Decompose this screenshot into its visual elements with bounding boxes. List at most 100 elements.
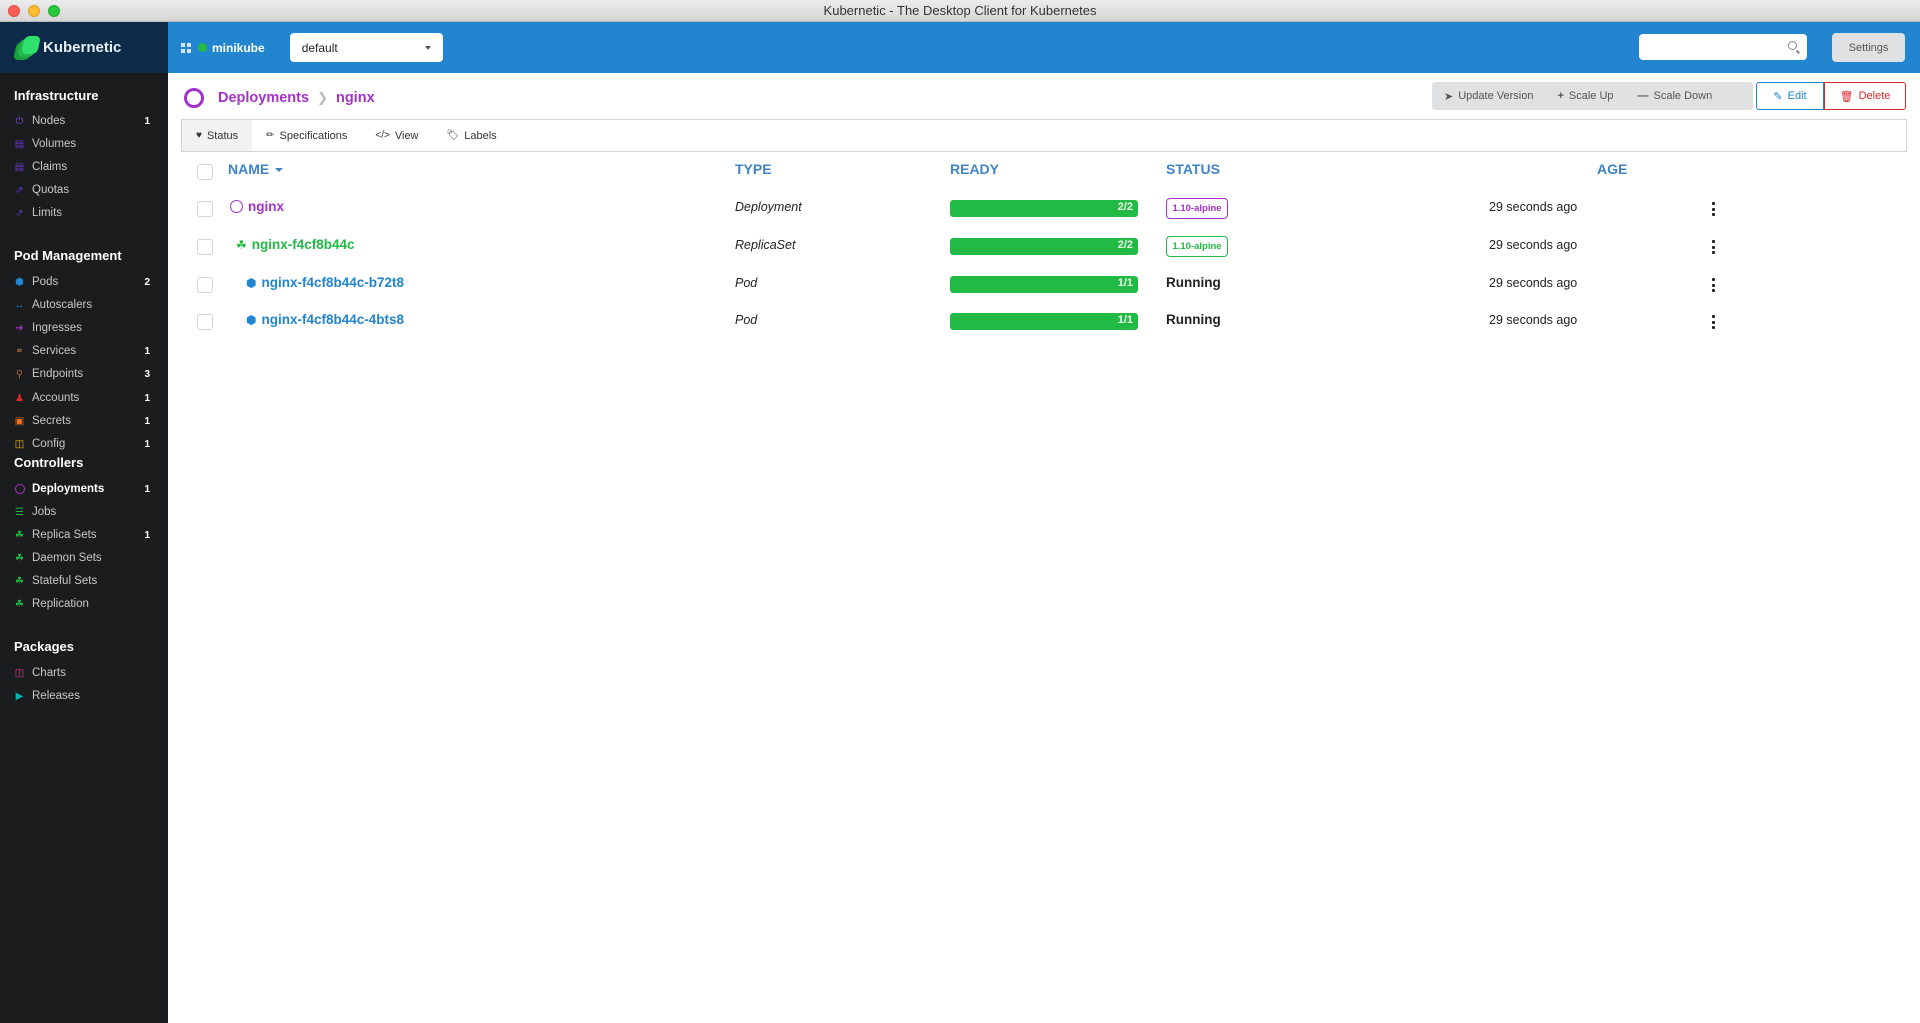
- ready-progress-bar: 2/2: [950, 200, 1138, 217]
- sidebar-item-deployments[interactable]: Deployments 1: [14, 479, 150, 499]
- sidebar-item-quotas[interactable]: ⇗ Quotas: [14, 180, 150, 200]
- sidebar-item-label: Volumes: [32, 138, 77, 150]
- sidebar-item-jobs[interactable]: ☰ Jobs: [14, 502, 150, 522]
- status-text: Running: [1166, 275, 1221, 290]
- sidebar-item-volumes[interactable]: ▤ Volumes: [14, 134, 150, 154]
- sidebar-item-label: Autoscalers: [32, 299, 93, 311]
- search-input[interactable]: [1639, 34, 1807, 60]
- play-square-icon: ▶: [15, 690, 24, 702]
- database-icon: ▤: [14, 138, 25, 150]
- sidebar-item-stateful-sets[interactable]: ☘ Stateful Sets: [14, 571, 150, 591]
- row-name-link[interactable]: ⬢ nginx-f4cf8b44c-b72t8: [246, 275, 404, 290]
- sidebar-item-label: Replication: [32, 598, 89, 610]
- grid-icon[interactable]: [181, 42, 191, 53]
- sidebar-item-count: 1: [144, 415, 150, 427]
- sidebar-item-charts[interactable]: ◫ Charts: [14, 663, 150, 683]
- row-checkbox[interactable]: [197, 277, 213, 293]
- scale-down-button[interactable]: — Scale Down: [1626, 90, 1725, 102]
- sidebar-item-pods[interactable]: ⬢ Pods 2: [14, 272, 150, 292]
- sign-in-icon: ➜: [15, 322, 24, 334]
- sidebar-item-label: Limits: [32, 207, 63, 219]
- power-icon: ⏻: [15, 115, 24, 127]
- sidebar-item-replication[interactable]: ☘ Replication: [14, 594, 150, 614]
- external-square-icon: ⇗: [15, 207, 24, 219]
- edit-icon: ✎: [1773, 90, 1783, 103]
- sidebar-item-limits[interactable]: ⇗ Limits: [14, 203, 150, 223]
- chevron-right-icon: ❯: [317, 90, 328, 105]
- sidebar-item-nodes[interactable]: ⏻ Nodes 1: [14, 111, 150, 131]
- map-icon: ◫: [14, 438, 25, 450]
- ready-progress-fill: [950, 276, 1138, 293]
- row-age: 29 seconds ago: [1489, 238, 1578, 252]
- sidebar-item-label: Nodes: [32, 115, 66, 127]
- select-all-checkbox[interactable]: [197, 164, 213, 180]
- edit-button[interactable]: ✎ Edit: [1756, 82, 1824, 110]
- more-options-icon[interactable]: [1710, 278, 1716, 292]
- sidebar-item-daemon-sets[interactable]: ☘ Daemon Sets: [14, 548, 150, 568]
- namespace-select[interactable]: default: [289, 33, 443, 62]
- ready-count: 1/1: [1117, 277, 1133, 289]
- delete-button[interactable]: 🗑 Delete: [1824, 82, 1906, 110]
- rocket-icon: ➤: [1444, 90, 1454, 103]
- row-name-text: nginx-f4cf8b44c-b72t8: [261, 275, 405, 290]
- sidebar-item-label: Accounts: [32, 392, 80, 404]
- row-name-link[interactable]: ⬢ nginx-f4cf8b44c-4bts8: [246, 312, 404, 327]
- tab-bar: ♥ Status ✏ Specifications </> View 🏷 Lab…: [181, 119, 1907, 152]
- row-checkbox[interactable]: [197, 314, 213, 330]
- sidebar-item-label: Stateful Sets: [32, 575, 98, 587]
- ready-progress-fill: [950, 238, 1138, 255]
- sidebar-item-replica-sets[interactable]: ☘ Replica Sets 1: [14, 525, 150, 545]
- column-header-age[interactable]: AGE: [1597, 161, 1627, 177]
- heartbeat-icon: ♥: [196, 130, 202, 141]
- settings-button[interactable]: Settings: [1832, 33, 1905, 62]
- sidebar-item-ingresses[interactable]: ➜ Ingresses: [14, 318, 150, 338]
- sidebar-item-label: Endpoints: [32, 368, 84, 380]
- row-name-text: nginx-f4cf8b44c-4bts8: [261, 312, 405, 327]
- cluster-name[interactable]: minikube: [212, 41, 265, 55]
- sidebar-item-label: Pods: [32, 276, 59, 288]
- sidebar-item-accounts[interactable]: ♟ Accounts 1: [14, 388, 150, 408]
- cubes-icon: ☘: [15, 598, 24, 610]
- scale-up-button[interactable]: + Scale Up: [1545, 90, 1625, 102]
- column-header-name[interactable]: NAME: [228, 161, 284, 177]
- column-header-status[interactable]: STATUS: [1166, 161, 1220, 177]
- column-header-ready[interactable]: READY: [950, 161, 999, 177]
- row-name-link[interactable]: ☘ nginx-f4cf8b44c: [236, 237, 355, 252]
- update-version-label: Update Version: [1458, 90, 1534, 102]
- row-age: 29 seconds ago: [1489, 313, 1578, 327]
- brand[interactable]: Kubernetic: [0, 22, 168, 73]
- row-name-link[interactable]: nginx: [230, 199, 284, 214]
- sidebar-item-services[interactable]: ⚭ Services 1: [14, 341, 150, 361]
- row-type: Pod: [735, 276, 758, 290]
- sidebar-item-label: Secrets: [32, 415, 71, 427]
- tab-view[interactable]: </> View: [361, 120, 432, 151]
- sidebar-item-count: 1: [144, 392, 150, 404]
- sidebar-item-endpoints[interactable]: ⚲ Endpoints 3: [14, 364, 150, 384]
- sidebar-item-autoscalers[interactable]: ↔ Autoscalers: [14, 295, 150, 315]
- code-icon: </>: [375, 130, 390, 141]
- ready-progress-bar: 1/1: [950, 276, 1138, 293]
- tab-specifications[interactable]: ✏ Specifications: [252, 120, 361, 151]
- ready-count: 2/2: [1117, 239, 1133, 251]
- sidebar-item-count: 1: [144, 115, 150, 127]
- sidebar-item-claims[interactable]: ▤ Claims: [14, 157, 150, 177]
- more-options-icon[interactable]: [1710, 240, 1716, 254]
- sidebar-item-label: Releases: [32, 690, 80, 702]
- tab-status[interactable]: ♥ Status: [182, 120, 253, 151]
- sidebar-item-secrets[interactable]: ▣ Secrets 1: [14, 411, 150, 431]
- sidebar-item-config[interactable]: ◫ Config 1: [14, 434, 150, 454]
- more-options-icon[interactable]: [1710, 315, 1716, 329]
- row-checkbox[interactable]: [197, 201, 213, 217]
- sidebar-item-releases[interactable]: ▶ Releases: [14, 686, 150, 706]
- tab-labels[interactable]: 🏷 Labels: [433, 120, 511, 151]
- row-checkbox[interactable]: [197, 239, 213, 255]
- column-header-type[interactable]: TYPE: [735, 161, 772, 177]
- close-window-button[interactable]: [8, 5, 20, 17]
- breadcrumb-deployments[interactable]: Deployments: [218, 90, 309, 106]
- update-version-button[interactable]: ➤ Update Version: [1432, 90, 1545, 103]
- zoom-window-button[interactable]: [48, 5, 60, 17]
- more-options-icon[interactable]: [1710, 202, 1716, 216]
- row-type: ReplicaSet: [735, 238, 796, 252]
- sidebar-item-count: 2: [144, 276, 150, 288]
- minimize-window-button[interactable]: [28, 5, 40, 17]
